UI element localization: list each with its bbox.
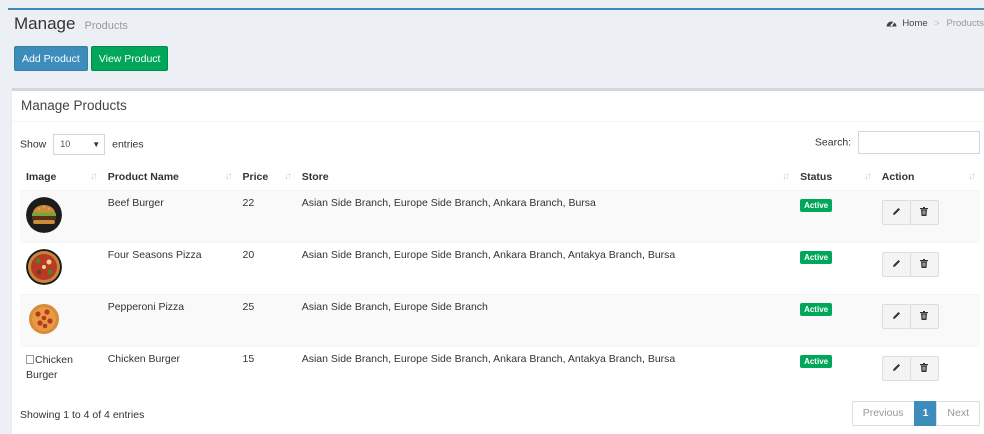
table-row: Beef Burger 22 Asian Side Branch, Europe… xyxy=(20,189,980,242)
cell-product-name: Pepperoni Pizza xyxy=(101,293,237,346)
products-table: Image ↓↑ Product Name ↓↑ Price ↓↑ Store ↓↑ S… xyxy=(20,164,980,398)
pepperoni-pizza-thumbnail xyxy=(26,300,62,337)
page-subtitle: Products xyxy=(84,20,128,32)
cell-product-name: Four Seasons Pizza xyxy=(101,241,237,294)
table-search: Search: xyxy=(815,131,980,154)
pencil-icon xyxy=(892,260,900,268)
pagination-previous[interactable]: Previous xyxy=(851,401,915,426)
cell-store: Asian Side Branch, Europe Side Branch, A… xyxy=(295,189,795,242)
cell-price: 20 xyxy=(236,241,296,294)
search-label: Search: xyxy=(814,136,852,149)
column-header-store[interactable]: Store ↓↑ xyxy=(295,164,795,191)
cell-action xyxy=(875,293,980,346)
entries-length-control: Show 10 ▼ entries xyxy=(20,134,144,155)
pencil-icon xyxy=(892,208,900,216)
cell-status: Active xyxy=(794,189,876,242)
trash-icon xyxy=(920,363,929,373)
cell-action xyxy=(875,189,980,242)
dashboard-icon xyxy=(886,21,897,27)
pagination: Previous 1 Next xyxy=(851,401,980,426)
cell-price: 22 xyxy=(236,189,296,242)
cell-store: Asian Side Branch, Europe Side Branch, A… xyxy=(295,241,795,294)
pencil-icon xyxy=(892,364,900,372)
beef-burger-thumbnail xyxy=(26,196,62,233)
trash-icon xyxy=(920,311,929,321)
cell-store: Asian Side Branch, Europe Side Branch xyxy=(295,293,795,346)
view-product-button[interactable]: View Product xyxy=(90,46,169,71)
status-badge: Active xyxy=(800,198,833,212)
breadcrumb-current: Products xyxy=(946,18,984,29)
box-divider xyxy=(12,121,984,122)
page-title: Manage xyxy=(14,14,76,33)
pencil-icon xyxy=(892,312,900,320)
breadcrumb-home-link[interactable]: Home xyxy=(886,18,931,29)
status-badge: Active xyxy=(800,354,833,368)
sort-arrows-icon: ↓↑ xyxy=(283,171,292,182)
header-button-row: Add Product View Product xyxy=(14,46,171,71)
column-header-price[interactable]: Price ↓↑ xyxy=(236,164,296,191)
cell-image xyxy=(20,189,102,242)
content-header: Manage Products Home > Products xyxy=(14,14,984,34)
table-info: Showing 1 to 4 of 4 entries xyxy=(20,409,145,421)
breadcrumb: Home > Products xyxy=(886,18,984,29)
manage-products-box: Manage Products Show 10 ▼ entries Search… xyxy=(12,88,984,434)
edit-button[interactable] xyxy=(881,303,911,329)
search-input[interactable] xyxy=(858,131,980,154)
cell-status: Active xyxy=(794,345,876,398)
cell-price: 15 xyxy=(236,345,296,398)
sort-arrows-icon: ↓↑ xyxy=(863,171,872,182)
table-row: Four Seasons Pizza 20 Asian Side Branch,… xyxy=(20,241,980,294)
entries-per-page-select[interactable]: 10 ▼ xyxy=(53,134,106,155)
status-badge: Active xyxy=(800,250,833,264)
breadcrumb-home-label: Home xyxy=(902,18,928,29)
table-row: Chicken Burger Chicken Burger 15 Asian S… xyxy=(20,345,980,398)
column-header-image[interactable]: Image ↓↑ xyxy=(20,164,102,191)
column-header-action[interactable]: Action ↓↑ xyxy=(875,164,980,191)
edit-button[interactable] xyxy=(881,355,911,381)
add-product-button[interactable]: Add Product xyxy=(14,46,88,71)
box-title: Manage Products xyxy=(21,98,127,113)
cell-image xyxy=(20,293,102,346)
broken-image-icon xyxy=(26,354,34,364)
sort-arrows-icon: ↓↑ xyxy=(968,171,976,182)
column-header-status[interactable]: Status ↓↑ xyxy=(794,164,876,191)
pagination-next[interactable]: Next xyxy=(936,401,980,426)
cell-status: Active xyxy=(794,293,876,346)
delete-button[interactable] xyxy=(909,199,939,225)
sort-arrows-icon: ↓↑ xyxy=(224,171,232,182)
trash-icon xyxy=(920,207,929,217)
chevron-down-icon: ▼ xyxy=(92,140,101,149)
edit-button[interactable] xyxy=(881,199,911,225)
edit-button[interactable] xyxy=(881,251,911,277)
table-row: Pepperoni Pizza 25 Asian Side Branch, Eu… xyxy=(20,293,980,346)
delete-button[interactable] xyxy=(909,303,939,329)
cell-image xyxy=(20,241,102,294)
sort-arrows-icon: ↓↑ xyxy=(89,171,98,182)
column-header-product-name[interactable]: Product Name ↓↑ xyxy=(101,164,237,191)
cell-action xyxy=(875,345,980,398)
four-seasons-pizza-thumbnail xyxy=(26,248,62,285)
cell-product-name: Chicken Burger xyxy=(101,345,237,398)
cell-price: 25 xyxy=(236,293,296,346)
cell-status: Active xyxy=(794,241,876,294)
image-alt-line1: Chicken xyxy=(35,353,73,366)
cell-store: Asian Side Branch, Europe Side Branch, A… xyxy=(295,345,795,398)
sort-arrows-icon: ↓↑ xyxy=(782,171,790,182)
cell-action xyxy=(875,241,980,294)
delete-button[interactable] xyxy=(909,251,939,277)
length-suffix-label: entries xyxy=(112,138,144,151)
breadcrumb-separator: > xyxy=(934,18,940,29)
image-alt-line2: Burger xyxy=(26,368,58,381)
length-prefix-label: Show xyxy=(20,138,47,151)
pagination-page-1[interactable]: 1 xyxy=(913,401,938,426)
cell-product-name: Beef Burger xyxy=(101,189,237,242)
entries-per-page-value: 10 xyxy=(60,139,71,149)
status-badge: Active xyxy=(800,302,833,316)
delete-button[interactable] xyxy=(909,355,939,381)
trash-icon xyxy=(920,259,929,269)
cell-image: Chicken Burger xyxy=(20,345,102,398)
broken-image-placeholder: Chicken Burger xyxy=(26,353,96,383)
table-header-row: Image ↓↑ Product Name ↓↑ Price ↓↑ Store ↓↑ S… xyxy=(20,164,980,191)
